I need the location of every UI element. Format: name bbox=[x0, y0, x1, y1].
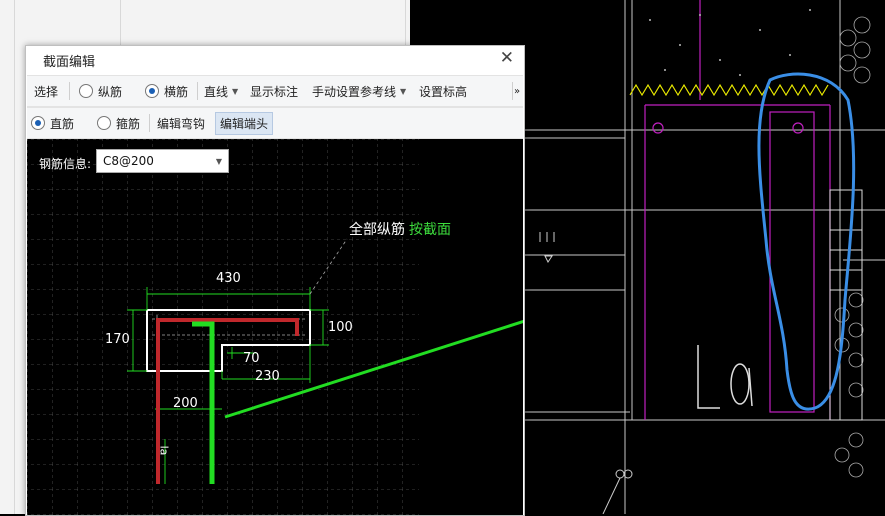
dialog-titlebar[interactable]: 截面编辑 ✕ bbox=[26, 46, 524, 74]
set-elevation-button[interactable]: 设置标高 bbox=[419, 76, 467, 106]
edit-end-label: 编辑端头 bbox=[215, 111, 274, 135]
dim-bottom: 200 bbox=[173, 396, 198, 411]
section-canvas[interactable]: 钢筋信息: C8@200 ▼ 全部纵筋 按截面 430 170 100 70 23… bbox=[27, 139, 523, 515]
radio-selected-icon bbox=[145, 84, 159, 98]
radio-straight[interactable]: 直筋 bbox=[31, 108, 74, 138]
set-elevation-label: 设置标高 bbox=[419, 84, 468, 99]
cad-hatch-dots bbox=[649, 9, 811, 76]
chevron-down-icon: ▼ bbox=[232, 86, 239, 96]
radio-icon bbox=[79, 84, 93, 98]
line-label: 直线 bbox=[204, 84, 229, 99]
dialog-title: 截面编辑 bbox=[43, 55, 96, 70]
cad-small-marks bbox=[539, 232, 633, 514]
line-dropdown[interactable]: 直线 ▼ bbox=[204, 76, 238, 106]
radio-stirrup[interactable]: 箍筋 bbox=[97, 108, 140, 138]
dim-offset: 230 bbox=[255, 369, 280, 384]
manual-ref-label: 手动设置参考线 bbox=[312, 84, 397, 99]
toolbar-row-2: 直筋 箍筋 编辑弯钩 编辑端头 bbox=[27, 107, 523, 139]
rebar-info-label: 钢筋信息: bbox=[39, 157, 92, 171]
more-label: » bbox=[514, 85, 521, 97]
longitudinal-label: 纵筋 bbox=[98, 84, 123, 99]
radio-transverse[interactable]: 横筋 bbox=[145, 76, 188, 106]
toolbar-row-1: 选择 纵筋 横筋 直线 ▼ 显示标注 手动设置参考线 ▼ 设置标高 » bbox=[27, 75, 523, 107]
radio-icon bbox=[97, 116, 111, 130]
dim-step: 70 bbox=[243, 351, 260, 366]
edit-hook-label: 编辑弯钩 bbox=[157, 116, 206, 131]
toolbar-divider bbox=[512, 82, 513, 100]
dim-vertical: la bbox=[157, 445, 171, 456]
dim-height-left: 170 bbox=[105, 332, 130, 347]
radio-selected-icon bbox=[31, 116, 45, 130]
cad-zigzag bbox=[629, 83, 829, 97]
chevron-down-icon: ▼ bbox=[400, 86, 407, 96]
annotation-text: 全部纵筋 按截面 bbox=[349, 219, 451, 239]
rebar-info-value: C8@200 bbox=[103, 154, 154, 168]
cad-la-label: La bbox=[698, 405, 700, 407]
stirrup-label: 箍筋 bbox=[116, 116, 141, 131]
show-dims-button[interactable]: 显示标注 bbox=[250, 76, 298, 106]
cad-la-marker bbox=[697, 345, 753, 409]
dim-height-right: 100 bbox=[328, 320, 353, 335]
show-dims-label: 显示标注 bbox=[250, 84, 299, 99]
close-icon[interactable]: ✕ bbox=[500, 48, 514, 68]
more-tools-icon[interactable]: » bbox=[514, 76, 520, 106]
cad-wall-lines bbox=[523, 0, 885, 514]
straight-label: 直筋 bbox=[50, 116, 75, 131]
toolbar-divider bbox=[149, 114, 150, 132]
select-label: 选择 bbox=[34, 84, 59, 99]
edit-hook-button[interactable]: 编辑弯钩 bbox=[157, 108, 205, 138]
dim-width: 430 bbox=[216, 271, 241, 286]
annotation-label: 全部纵筋 bbox=[349, 222, 405, 238]
radio-longitudinal[interactable]: 纵筋 bbox=[79, 76, 122, 106]
toolbar-divider bbox=[197, 82, 198, 100]
toolbar-divider bbox=[69, 82, 70, 100]
rebar-info-select[interactable]: C8@200 ▼ bbox=[96, 149, 229, 173]
blue-freehand-annotation bbox=[757, 72, 856, 411]
section-drawing bbox=[27, 139, 523, 515]
chevron-down-icon: ▼ bbox=[215, 157, 222, 166]
manual-ref-dropdown[interactable]: 手动设置参考线 ▼ bbox=[312, 76, 406, 106]
select-button[interactable]: 选择 bbox=[34, 76, 58, 106]
edit-end-button[interactable]: 编辑端头 bbox=[215, 108, 274, 138]
transverse-label: 横筋 bbox=[164, 84, 189, 99]
by-section-link[interactable]: 按截面 bbox=[409, 222, 451, 238]
section-edit-dialog: 截面编辑 ✕ 选择 纵筋 横筋 直线 ▼ 显示标注 手动设置参考线 ▼ 设置标高 »… bbox=[25, 45, 525, 516]
